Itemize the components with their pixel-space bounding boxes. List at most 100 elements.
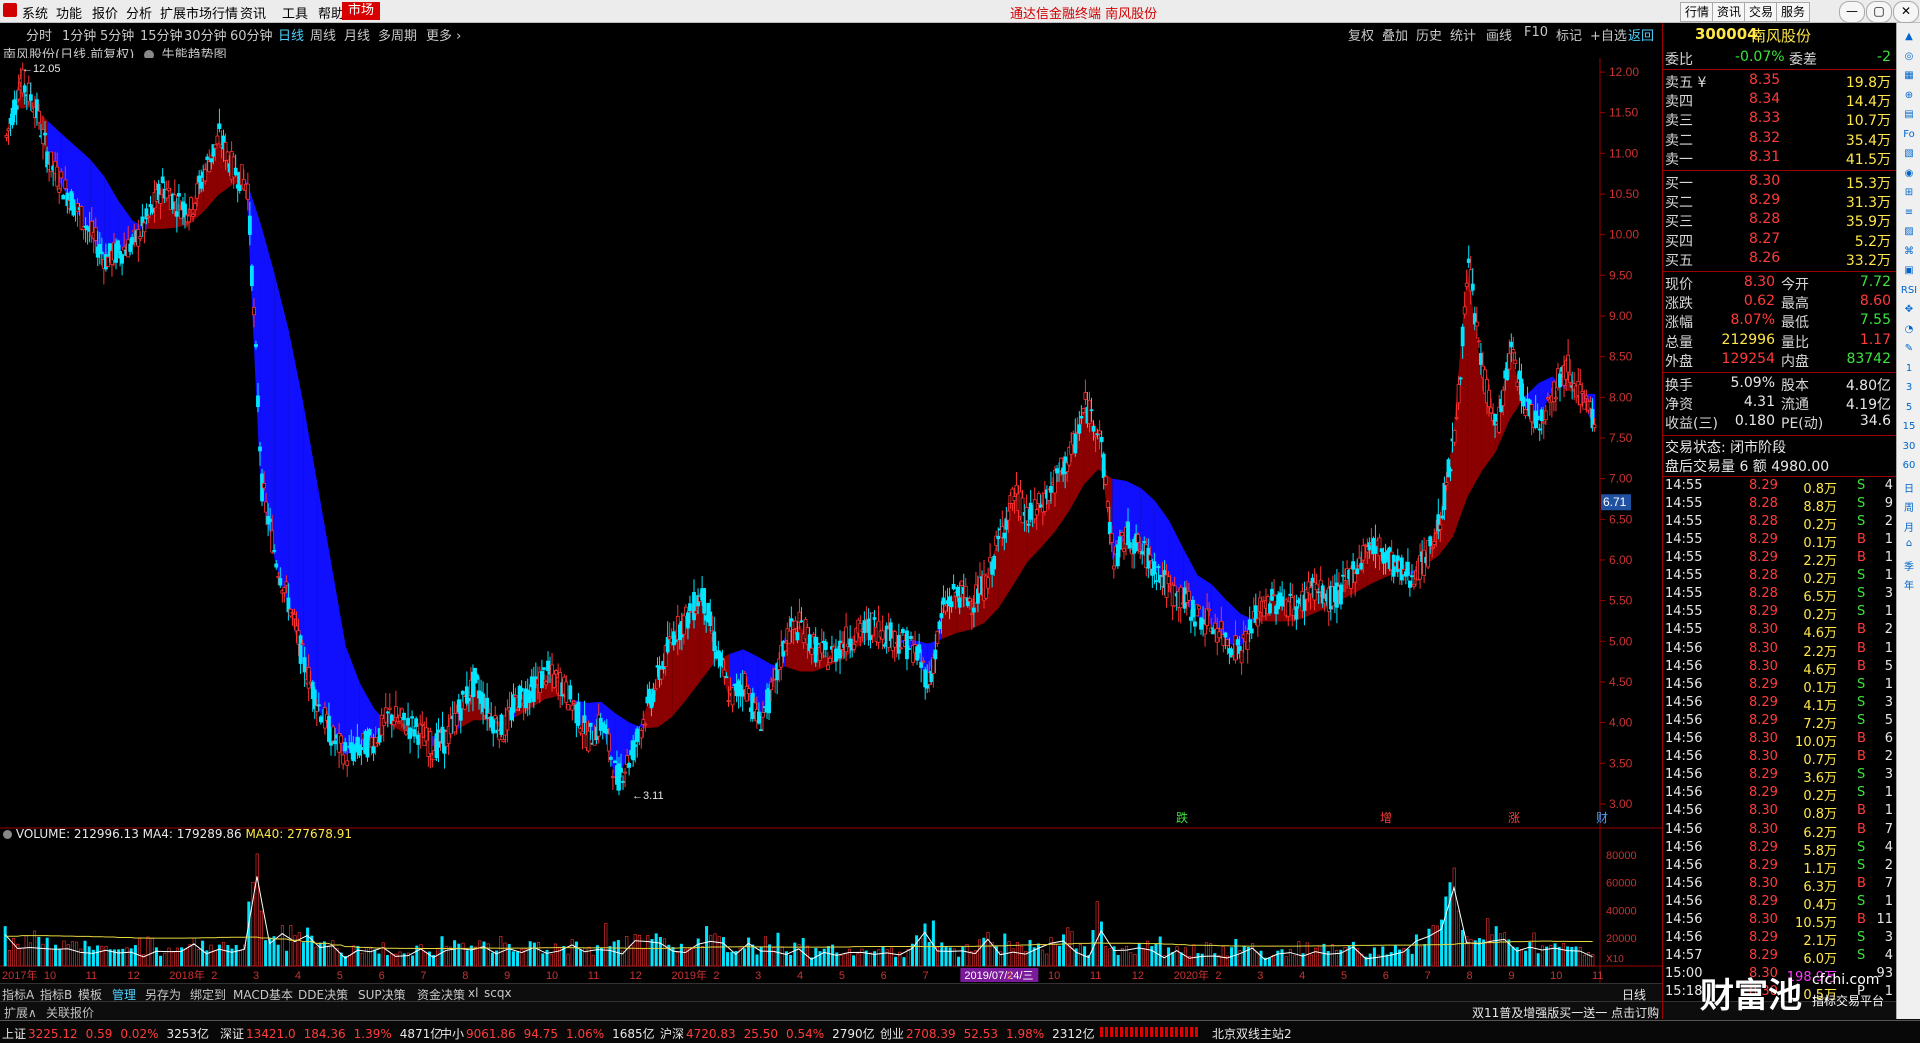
side-tool-20[interactable]: 15 bbox=[1900, 421, 1918, 437]
chart-tool-5[interactable]: F10 bbox=[1524, 25, 1548, 40]
period-2[interactable]: 5分钟 bbox=[100, 25, 134, 44]
period-1[interactable]: 1分钟 bbox=[62, 25, 96, 44]
asks-row[interactable]: 卖四 8.34 14.4万 bbox=[1663, 91, 1895, 110]
event-marker[interactable]: 增 bbox=[1380, 811, 1392, 825]
side-tool-5[interactable]: Fo bbox=[1900, 129, 1918, 145]
top-right-button-3[interactable]: 服务 bbox=[1776, 2, 1811, 22]
side-tool-28[interactable]: 年 bbox=[1900, 577, 1918, 593]
indicator-tab-11[interactable]: scqx bbox=[484, 986, 512, 1000]
server-name[interactable]: 北京双线主站2 bbox=[1212, 1025, 1292, 1042]
side-tool-8[interactable]: ⊞ bbox=[1900, 187, 1918, 203]
side-tool-23[interactable]: 日 bbox=[1900, 480, 1918, 496]
event-marker[interactable]: 财 bbox=[1596, 811, 1608, 825]
menu-item-6[interactable]: 工具 bbox=[282, 3, 308, 22]
restore-button[interactable]: ▢ bbox=[1866, 1, 1892, 23]
bids-row[interactable]: 买四 8.27 5.2万 bbox=[1663, 231, 1895, 250]
side-tool-11[interactable]: ⌘ bbox=[1900, 246, 1918, 262]
menu-item-5[interactable]: 资讯 bbox=[240, 3, 266, 22]
side-tool-19[interactable]: 5 bbox=[1900, 402, 1918, 418]
side-tool-14[interactable]: ✥ bbox=[1900, 304, 1918, 320]
chart-tool-7[interactable]: +自选 bbox=[1590, 25, 1627, 44]
menu-item-0[interactable]: 系统 bbox=[22, 3, 48, 22]
menu-item-2[interactable]: 报价 bbox=[92, 3, 118, 22]
index-4[interactable]: 创业 2708.39 52.53 1.98% 2312亿 bbox=[880, 1025, 1103, 1042]
chart-tool-3[interactable]: 统计 bbox=[1450, 25, 1476, 44]
side-tool-25[interactable]: 月 bbox=[1900, 519, 1918, 535]
side-tool-18[interactable]: 3 bbox=[1900, 382, 1918, 398]
index-1[interactable]: 深证 13421.0 184.36 1.39% 4871亿 bbox=[220, 1025, 450, 1042]
asks-row[interactable]: 卖二 8.32 35.4万 bbox=[1663, 130, 1895, 149]
event-marker[interactable]: 跌 bbox=[1176, 810, 1188, 825]
side-tool-22[interactable]: 60 bbox=[1900, 460, 1918, 476]
expand-button[interactable]: 扩展∧ bbox=[4, 1004, 37, 1021]
chart-tool-6[interactable]: 标记 bbox=[1556, 25, 1582, 44]
volume-bar bbox=[58, 949, 62, 967]
watermark-brand: 财富池 bbox=[1700, 976, 1802, 1016]
side-tool-26[interactable]: ⌂ bbox=[1900, 538, 1918, 554]
side-tool-2[interactable]: ▦ bbox=[1900, 70, 1918, 86]
chart-tool-0[interactable]: 复权 bbox=[1348, 25, 1374, 44]
side-tool-4[interactable]: ▤ bbox=[1900, 109, 1918, 125]
menu-item-7[interactable]: 帮助 bbox=[318, 3, 344, 22]
side-tool-10[interactable]: ▨ bbox=[1900, 226, 1918, 242]
candle-body bbox=[1286, 601, 1291, 617]
chart-tool-1[interactable]: 叠加 bbox=[1382, 25, 1408, 44]
side-tool-13[interactable]: RSI bbox=[1900, 285, 1918, 301]
tick-count: 3 bbox=[1884, 930, 1893, 946]
side-tool-16[interactable]: ✎ bbox=[1900, 343, 1918, 359]
side-tool-0[interactable]: ▲ bbox=[1900, 31, 1918, 47]
asks-row[interactable]: 卖三 8.33 10.7万 bbox=[1663, 110, 1895, 129]
chart-tool-4[interactable]: 画线 bbox=[1486, 25, 1512, 44]
side-tool-1[interactable]: ◎ bbox=[1900, 51, 1918, 67]
period-5[interactable]: 60分钟 bbox=[230, 25, 273, 44]
period-10[interactable]: 更多 › bbox=[426, 25, 461, 44]
volume-bar bbox=[163, 952, 167, 967]
menu-item-1[interactable]: 功能 bbox=[56, 3, 82, 22]
side-tool-17[interactable]: 1 bbox=[1900, 363, 1918, 379]
event-marker[interactable]: 涨 bbox=[1508, 810, 1520, 825]
chart-tool-2[interactable]: 历史 bbox=[1416, 25, 1442, 44]
side-tool-6[interactable]: ▧ bbox=[1900, 148, 1918, 164]
indicator-tab-10[interactable]: xl bbox=[468, 986, 478, 1000]
asks-row[interactable]: 卖一 8.31 41.5万 bbox=[1663, 149, 1895, 168]
kline-chart[interactable]: 12.00 11.50 11.00 10.50 10.00 9.50 9.00 8.50 8.0… bbox=[0, 58, 1662, 983]
chart-tool-8[interactable]: 返回 bbox=[1628, 25, 1654, 44]
bids-row[interactable]: 买三 8.28 35.9万 bbox=[1663, 211, 1895, 230]
related-quote-button[interactable]: 关联报价 bbox=[46, 1004, 94, 1021]
minimize-button[interactable]: — bbox=[1839, 1, 1865, 23]
period-8[interactable]: 月线 bbox=[344, 25, 370, 44]
menu-item-4[interactable]: 扩展市场行情 bbox=[160, 3, 238, 22]
period-6[interactable]: 日线 bbox=[278, 25, 304, 44]
top-right-button-0[interactable]: 行情 bbox=[1680, 2, 1715, 22]
tick-side: S bbox=[1857, 694, 1866, 710]
side-tool-7[interactable]: ◉ bbox=[1900, 168, 1918, 184]
top-right-button-2[interactable]: 交易 bbox=[1744, 2, 1779, 22]
side-tool-9[interactable]: ≡ bbox=[1900, 207, 1918, 223]
ticker-ad[interactable]: 双11普及增强版买一送一 点击订购 bbox=[1472, 1004, 1659, 1021]
side-tool-3[interactable]: ⊕ bbox=[1900, 90, 1918, 106]
period-9[interactable]: 多周期 bbox=[378, 25, 417, 44]
index-0[interactable]: 上证 3225.12 0.59 0.02% 3253亿 bbox=[2, 1025, 217, 1042]
bids-row[interactable]: 买五 8.26 33.2万 bbox=[1663, 250, 1895, 269]
side-tool-27[interactable]: 季 bbox=[1900, 558, 1918, 574]
top-right-button-1[interactable]: 资讯 bbox=[1712, 2, 1747, 22]
asks-row[interactable]: 卖五 ¥ 8.35 19.8万 bbox=[1663, 72, 1895, 91]
period-4[interactable]: 30分钟 bbox=[184, 25, 227, 44]
side-tool-12[interactable]: ▣ bbox=[1900, 265, 1918, 281]
side-tool-24[interactable]: 周 bbox=[1900, 499, 1918, 515]
close-button[interactable]: ✕ bbox=[1893, 1, 1919, 23]
side-tool-21[interactable]: 30 bbox=[1900, 441, 1918, 457]
bids-row[interactable]: 买一 8.30 15.3万 bbox=[1663, 173, 1895, 192]
period-0[interactable]: 分时 bbox=[26, 25, 52, 44]
period-7[interactable]: 周线 bbox=[310, 25, 336, 44]
menu-item-market[interactable]: 市场 bbox=[342, 2, 381, 20]
index-3[interactable]: 沪深 4720.83 25.50 0.54% 2790亿 bbox=[660, 1025, 883, 1042]
period-3[interactable]: 15分钟 bbox=[140, 25, 183, 44]
candle-body bbox=[1093, 434, 1098, 438]
bids-row[interactable]: 买二 8.29 31.3万 bbox=[1663, 192, 1895, 211]
volume-bar bbox=[385, 955, 389, 967]
volume-bar bbox=[1540, 945, 1544, 967]
index-2[interactable]: 中小 9061.86 94.75 1.06% 1685亿 bbox=[440, 1025, 663, 1042]
menu-item-3[interactable]: 分析 bbox=[126, 3, 152, 22]
side-tool-15[interactable]: ◔ bbox=[1900, 324, 1918, 340]
